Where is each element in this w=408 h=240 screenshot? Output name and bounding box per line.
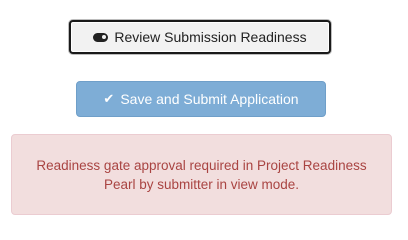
review-button-label: Review Submission Readiness <box>114 29 307 45</box>
page: Review Submission Readiness ✔ Save and S… <box>0 0 408 226</box>
review-submission-readiness-button[interactable]: Review Submission Readiness <box>69 20 331 54</box>
readiness-alert: Readiness gate approval required in Proj… <box>11 134 392 215</box>
save-and-submit-button[interactable]: ✔ Save and Submit Application <box>76 81 326 117</box>
alert-message: Readiness gate approval required in Proj… <box>36 157 367 192</box>
toggle-on-icon <box>93 32 109 42</box>
submit-button-label: Save and Submit Application <box>120 91 299 107</box>
check-icon: ✔ <box>103 91 115 106</box>
